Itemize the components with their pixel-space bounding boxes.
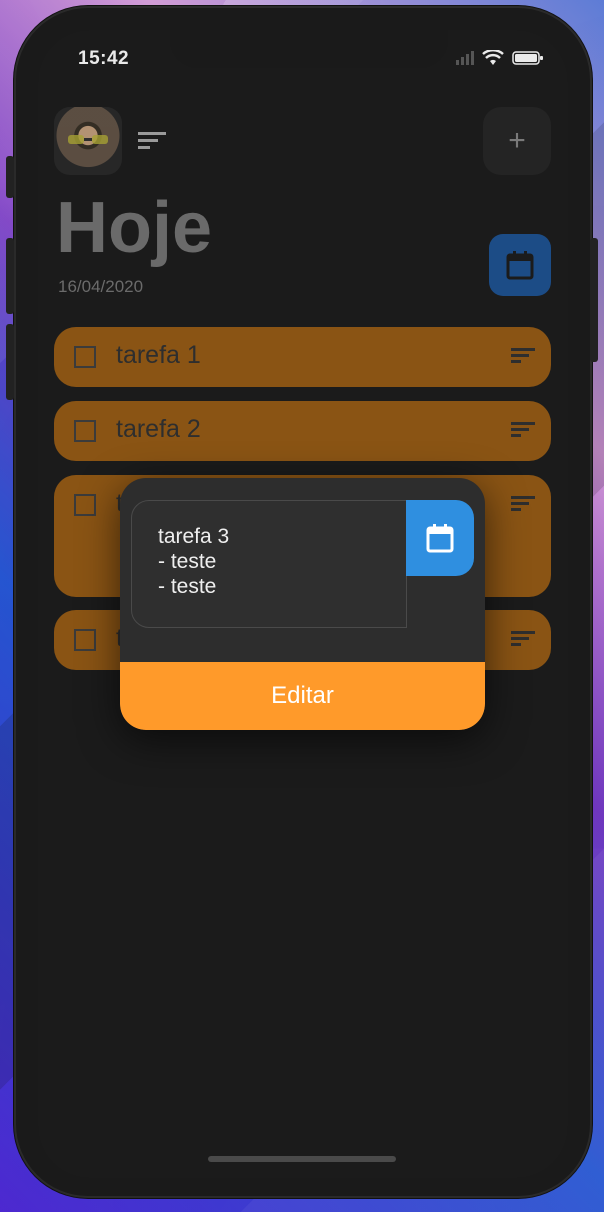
calendar-icon [506,251,534,280]
note-line: - teste [158,550,217,573]
signal-icon [456,51,474,65]
side-button [6,324,14,400]
sort-menu-icon[interactable] [138,130,168,152]
plus-icon: + [508,124,526,157]
task-checkbox[interactable] [74,346,96,368]
task-item[interactable]: tarefa 2 [54,401,551,461]
edit-button[interactable]: Editar [120,662,485,730]
calendar-button[interactable] [489,234,551,296]
task-label: tarefa 2 [116,415,201,443]
task-options-icon[interactable] [511,347,535,365]
task-checkbox[interactable] [74,629,96,651]
home-indicator[interactable] [208,1156,396,1162]
side-button [590,238,598,362]
task-options-icon[interactable] [511,421,535,439]
side-button [6,238,14,314]
task-checkbox[interactable] [74,494,96,516]
note-line: tarefa 3 [158,525,230,548]
page-date: 16/04/2020 [58,277,144,296]
note-line: - teste [158,575,217,598]
avatar[interactable] [54,107,122,175]
notch [170,12,448,68]
task-options-icon[interactable] [511,630,535,648]
popup-calendar-button[interactable] [406,500,474,576]
wifi-icon [482,50,504,65]
status-icons [456,50,544,66]
task-checkbox[interactable] [74,420,96,442]
task-label: tarefa 1 [116,341,201,369]
task-item[interactable]: tarefa 1 [54,327,551,387]
side-button [6,156,14,198]
task-edit-popup: tarefa 3 - teste - teste Editar [120,478,485,730]
page-title: Hoje [56,188,213,268]
battery-icon [512,51,543,65]
add-task-button[interactable]: + [483,107,551,175]
task-options-icon[interactable] [511,495,535,513]
status-time: 15:42 [78,48,130,69]
calendar-icon [426,524,454,553]
task-note-field[interactable]: tarefa 3 - teste - teste [131,500,407,628]
